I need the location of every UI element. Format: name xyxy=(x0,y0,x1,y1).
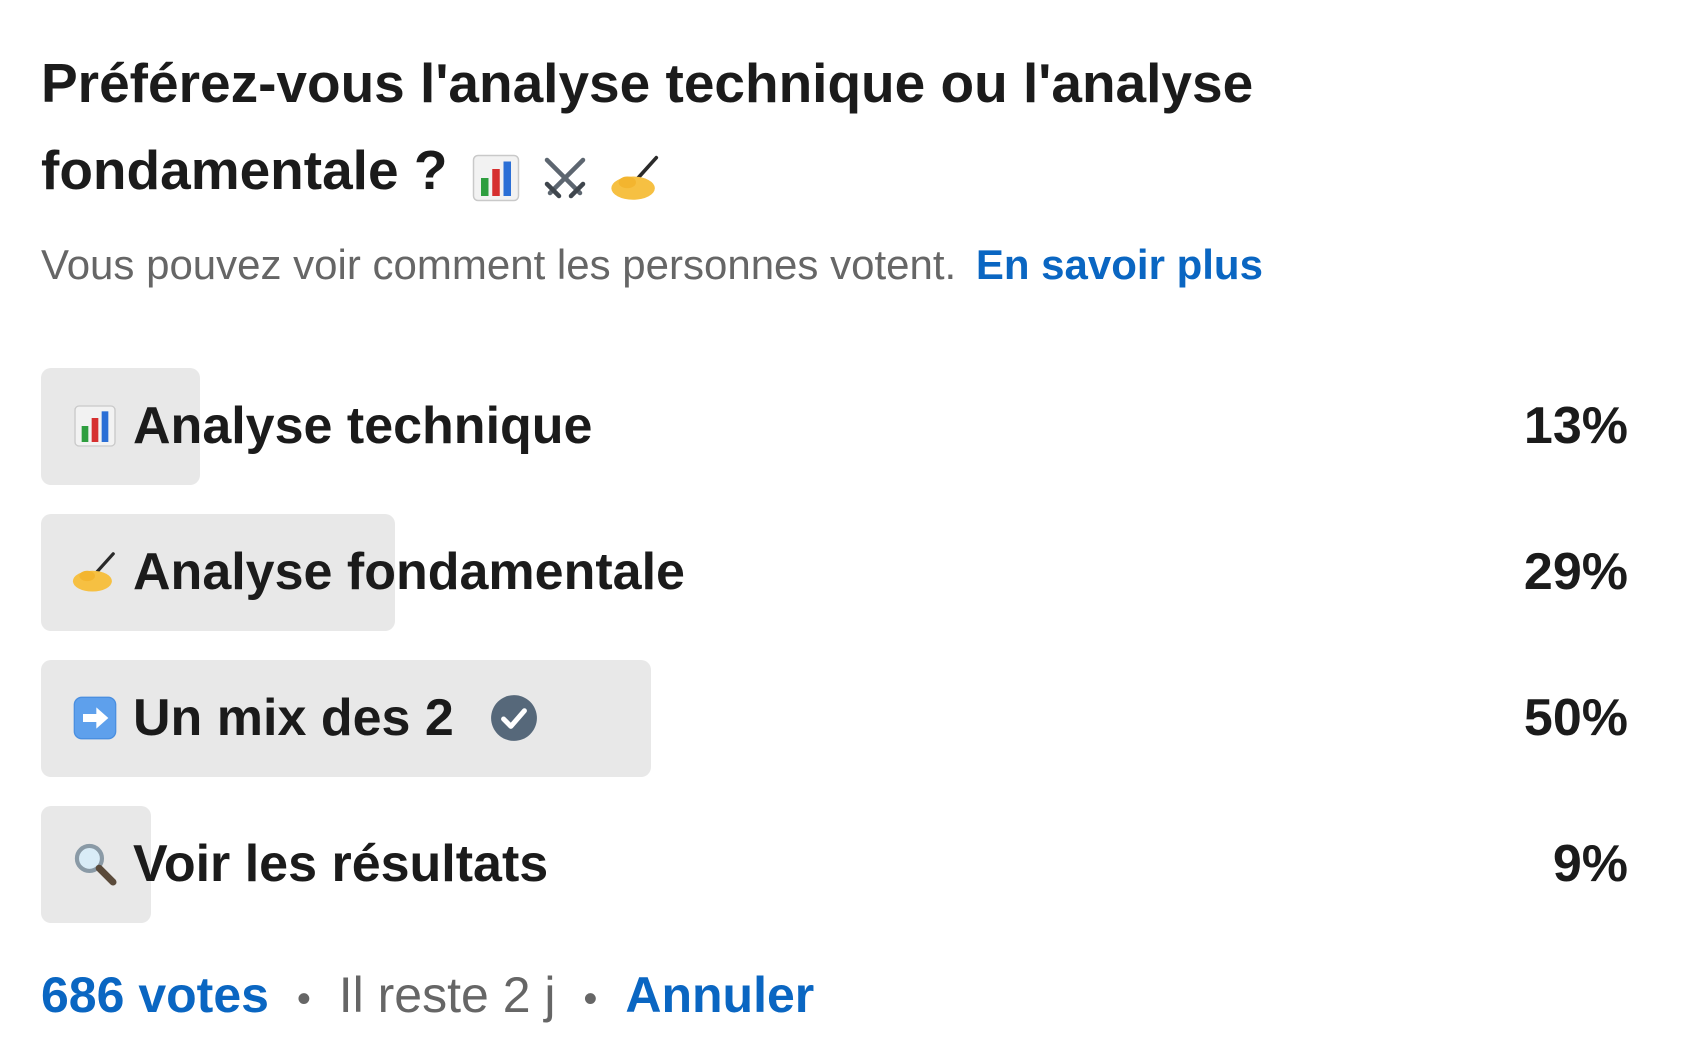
magnifying-glass-icon xyxy=(67,836,123,892)
writing-hand-icon xyxy=(67,544,123,600)
visibility-text: Vous pouvez voir comment les personnes v… xyxy=(41,240,957,288)
poll-options: Analyse technique 13% Analyse fondamenta… xyxy=(41,367,1661,923)
time-remaining: Il reste 2 j xyxy=(338,967,556,1023)
writing-hand-icon xyxy=(611,156,659,201)
poll-option-percent: 29% xyxy=(1523,543,1628,602)
question-emoji-group xyxy=(469,131,666,218)
poll-question: Préférez-vous l'analyse technique ou l'a… xyxy=(41,40,1441,218)
crossed-swords-icon xyxy=(544,158,586,199)
poll-footer: 686 votes • Il reste 2 j • Annuler xyxy=(41,965,814,1029)
selected-check-icon xyxy=(488,692,540,744)
bar-chart-icon xyxy=(472,155,519,202)
poll-option-label: Un mix des 2 xyxy=(133,689,454,748)
cancel-vote-button[interactable]: Annuler xyxy=(625,967,814,1023)
vote-count-link[interactable]: 686 votes xyxy=(41,967,269,1023)
bar-chart-icon xyxy=(67,398,123,454)
poll-option-label: Analyse fondamentale xyxy=(133,543,685,602)
poll-option-percent: 50% xyxy=(1523,689,1628,748)
poll-visibility-note: Vous pouvez voir comment les personnes v… xyxy=(41,238,1661,292)
poll-option-label: Voir les résultats xyxy=(133,835,549,894)
poll-option-analyse-technique[interactable]: Analyse technique 13% xyxy=(41,367,1661,485)
right-arrow-icon xyxy=(67,690,123,746)
poll-card: Préférez-vous l'analyse technique ou l'a… xyxy=(41,40,1661,952)
poll-option-label: Analyse technique xyxy=(133,397,593,456)
poll-option-percent: 9% xyxy=(1552,835,1628,894)
learn-more-link[interactable]: En savoir plus xyxy=(976,241,1263,288)
poll-option-un-mix-des-2[interactable]: Un mix des 2 50% xyxy=(41,659,1661,777)
separator-dot: • xyxy=(583,976,598,1021)
separator-dot: • xyxy=(296,976,311,1021)
poll-option-voir-les-resultats[interactable]: Voir les résultats 9% xyxy=(41,805,1661,923)
poll-option-percent: 13% xyxy=(1523,397,1628,456)
poll-option-analyse-fondamentale[interactable]: Analyse fondamentale 29% xyxy=(41,513,1661,631)
